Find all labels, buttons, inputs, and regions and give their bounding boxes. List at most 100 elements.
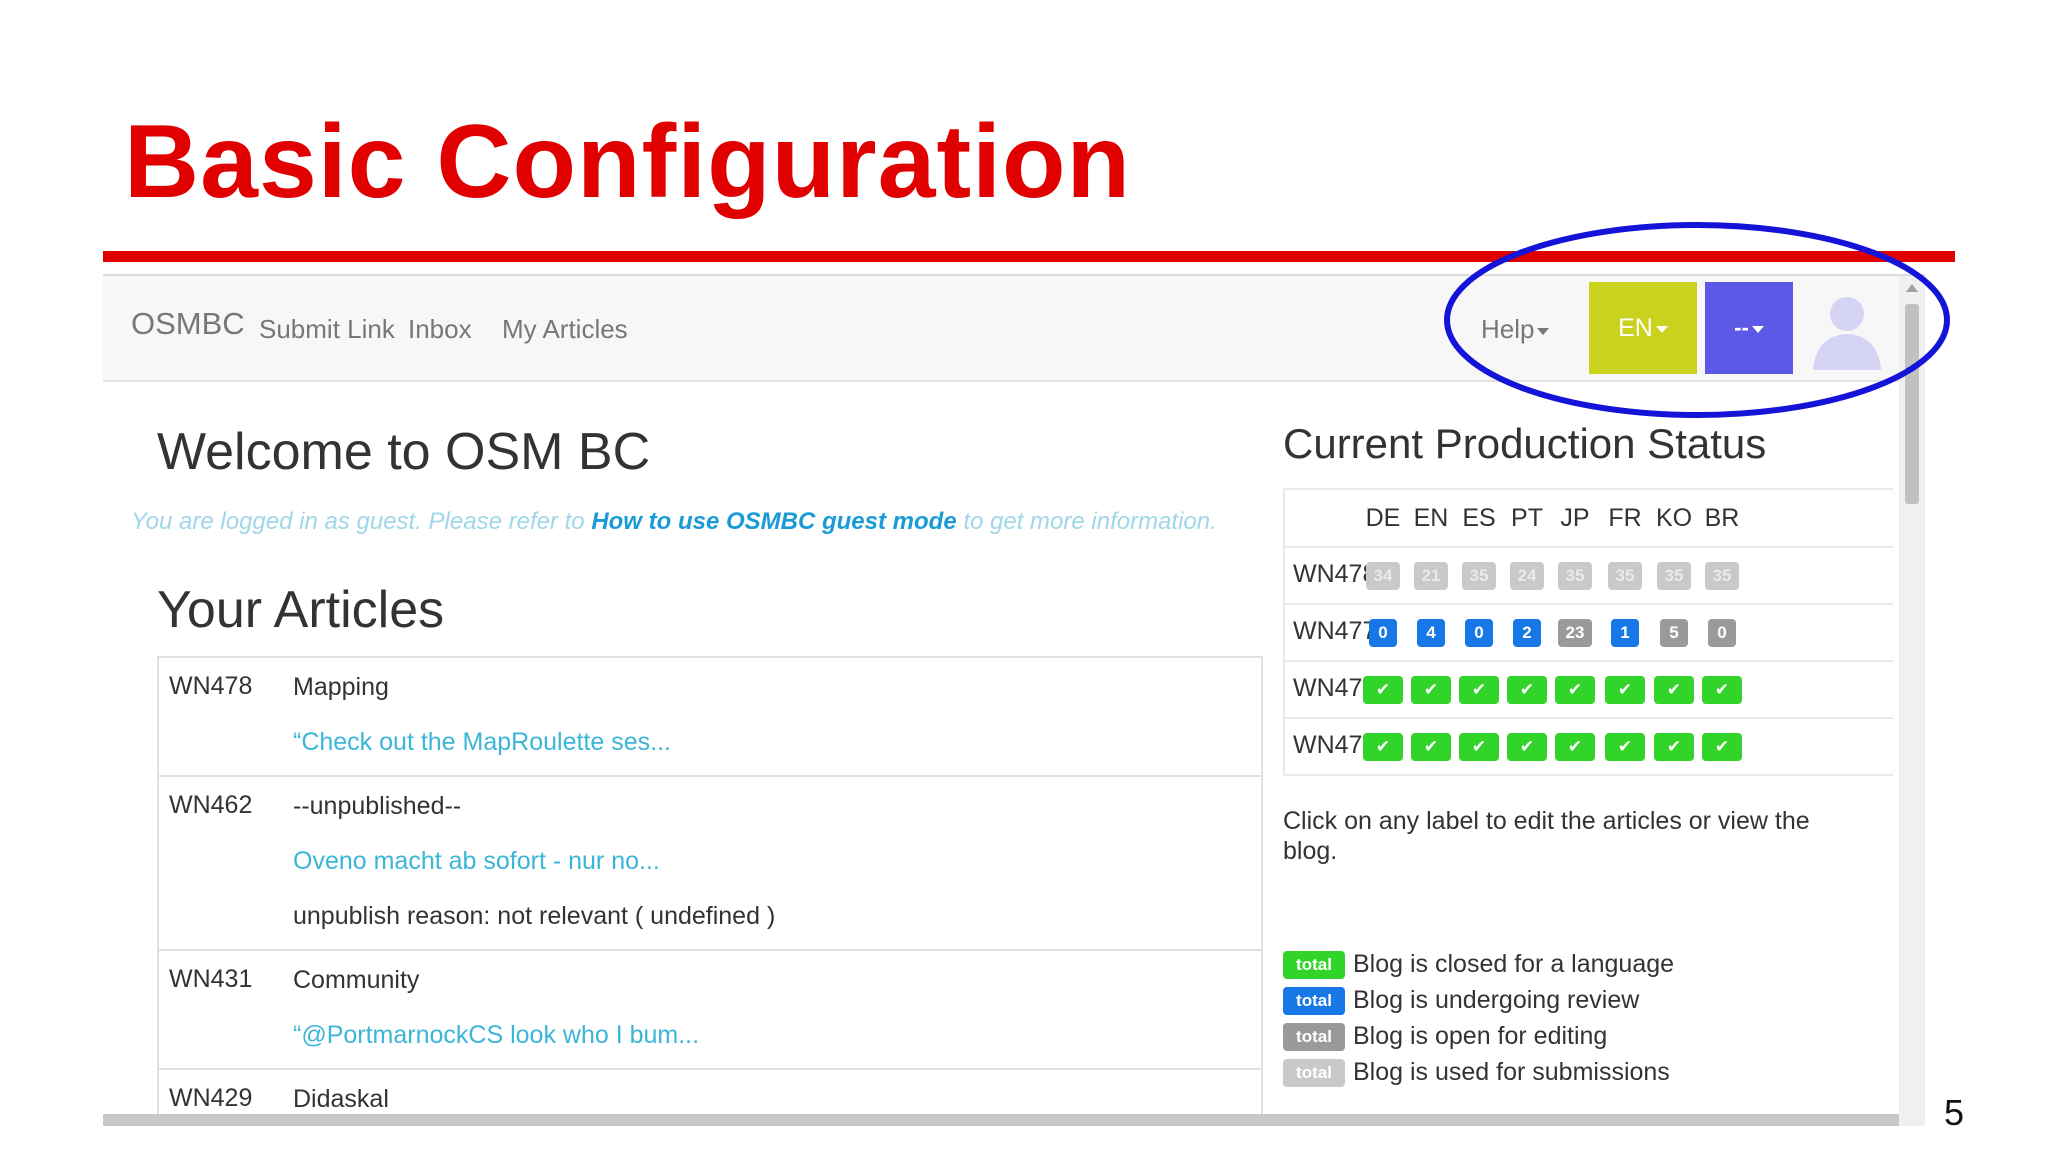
status-count-badge[interactable]: 0 bbox=[1708, 619, 1736, 647]
status-count-badge[interactable]: 35 bbox=[1608, 562, 1642, 590]
issue-label[interactable]: WN478 bbox=[1293, 560, 1376, 589]
article-title-link[interactable]: Oveno macht ab sofort - nur no... bbox=[293, 846, 1261, 876]
legend-item: total Blog is closed for a language bbox=[1283, 948, 1674, 980]
article-info-text: Mapping bbox=[293, 673, 389, 701]
navbar: OSMBC Submit Link Inbox My Articles Help… bbox=[103, 276, 1905, 382]
status-check-badge[interactable]: ✔ bbox=[1702, 676, 1742, 704]
article-details: Community “@PortmarnockCS look who I bum.… bbox=[293, 951, 1261, 1068]
status-check-badge[interactable]: ✔ bbox=[1459, 733, 1499, 761]
status-count-badge[interactable]: 35 bbox=[1462, 562, 1496, 590]
article-issue-id: WN462 bbox=[169, 791, 253, 819]
help-dropdown[interactable]: Help bbox=[1481, 314, 1550, 345]
article-row: WN478 Mapping “Check out the MapRoulette s… bbox=[159, 658, 1261, 777]
scroll-up-arrow-icon[interactable] bbox=[1906, 284, 1918, 292]
article-details: Mapping “Check out the MapRoulette ses... bbox=[293, 658, 1261, 775]
production-status-table: DE EN ES PT JP FR KO BR WN478 34 21 35 24 35 35 35 35 WN4… bbox=[1283, 488, 1893, 776]
status-row: WN477 0 4 0 2 23 1 5 0 bbox=[1285, 605, 1893, 662]
legend-text: Blog is closed for a language bbox=[1353, 950, 1675, 978]
page-number: 5 bbox=[1944, 1092, 1965, 1133]
status-check-badge[interactable]: ✔ bbox=[1363, 733, 1403, 761]
legend-item: total Blog is undergoing review bbox=[1283, 984, 1639, 1016]
status-check-badge[interactable]: ✔ bbox=[1411, 733, 1451, 761]
slide-title: Basic Configuration bbox=[124, 104, 1132, 220]
article-issue-id: WN478 bbox=[169, 672, 253, 700]
status-count-badge[interactable]: 34 bbox=[1366, 562, 1400, 590]
status-check-badge[interactable]: ✔ bbox=[1363, 676, 1403, 704]
legend-badge: total bbox=[1283, 1059, 1345, 1088]
caret-down-icon bbox=[1751, 325, 1764, 333]
status-count-badge[interactable]: 2 bbox=[1513, 619, 1541, 647]
brand-link[interactable]: OSMBC bbox=[131, 306, 245, 342]
status-check-badge[interactable]: ✔ bbox=[1555, 676, 1595, 704]
status-check-badge[interactable]: ✔ bbox=[1654, 676, 1694, 704]
your-articles-heading: Your Articles bbox=[157, 581, 445, 639]
user-dropdown-button[interactable]: -- bbox=[1705, 282, 1793, 374]
status-check-badge[interactable]: ✔ bbox=[1555, 733, 1595, 761]
status-row: WN478 34 21 35 24 35 35 35 35 bbox=[1285, 548, 1893, 605]
status-count-badge[interactable]: 23 bbox=[1558, 619, 1592, 647]
user-avatar-icon[interactable] bbox=[1809, 288, 1885, 370]
article-details: --unpublished-- Oveno macht ab sofort - n… bbox=[293, 777, 1261, 949]
article-info-text: --unpublished-- bbox=[293, 792, 462, 820]
vertical-scrollbar[interactable] bbox=[1899, 276, 1925, 1126]
status-row: WN476 ✔ ✔ ✔ ✔ ✔ ✔ ✔ ✔ bbox=[1285, 662, 1893, 719]
status-count-badge[interactable]: 4 bbox=[1417, 619, 1445, 647]
legend-text: Blog is used for submissions bbox=[1353, 1058, 1670, 1086]
status-check-badge[interactable]: ✔ bbox=[1507, 733, 1547, 761]
article-row: WN462 --unpublished-- Oveno macht ab sofor… bbox=[159, 777, 1261, 951]
article-info-text: unpublish reason: not relevant ( undefin… bbox=[293, 902, 776, 930]
guest-suffix: to get more information. bbox=[956, 508, 1217, 535]
status-count-badge[interactable]: 5 bbox=[1660, 619, 1688, 647]
status-count-badge[interactable]: 35 bbox=[1657, 562, 1691, 590]
status-header-row: DE EN ES PT JP FR KO BR bbox=[1285, 490, 1893, 548]
status-check-badge[interactable]: ✔ bbox=[1507, 676, 1547, 704]
guest-prefix: You are logged in as guest. Please refer… bbox=[131, 508, 592, 535]
horizontal-scrollbar[interactable] bbox=[103, 1114, 1899, 1126]
status-check-badge[interactable]: ✔ bbox=[1605, 733, 1645, 761]
status-check-badge[interactable]: ✔ bbox=[1654, 733, 1694, 761]
legend-badge: total bbox=[1283, 951, 1345, 980]
status-count-badge[interactable]: 24 bbox=[1510, 562, 1544, 590]
welcome-heading: Welcome to OSM BC bbox=[157, 423, 651, 481]
legend-badge: total bbox=[1283, 1023, 1345, 1052]
article-title-link[interactable]: “@PortmarnockCS look who I bum... bbox=[293, 1020, 1261, 1050]
app-screenshot: OSMBC Submit Link Inbox My Articles Help… bbox=[103, 274, 1925, 1126]
guest-mode-help-link[interactable]: How to use OSMBC guest mode bbox=[591, 508, 956, 535]
legend-text: Blog is undergoing review bbox=[1353, 986, 1640, 1014]
status-count-badge[interactable]: 0 bbox=[1465, 619, 1493, 647]
language-column-header: BR bbox=[1704, 504, 1740, 532]
legend-item: total Blog is used for submissions bbox=[1283, 1056, 1670, 1088]
guest-notice: You are logged in as guest. Please refer… bbox=[131, 508, 1217, 536]
status-count-badge[interactable]: 0 bbox=[1369, 619, 1397, 647]
article-title-link[interactable]: “Check out the MapRoulette ses... bbox=[293, 727, 1261, 757]
help-label: Help bbox=[1481, 314, 1535, 344]
status-count-badge[interactable]: 35 bbox=[1705, 562, 1739, 590]
language-dropdown-button[interactable]: EN bbox=[1589, 282, 1697, 374]
status-count-badge[interactable]: 35 bbox=[1558, 562, 1592, 590]
title-underline bbox=[103, 251, 1955, 262]
status-row: WN475 ✔ ✔ ✔ ✔ ✔ ✔ ✔ ✔ bbox=[1285, 719, 1893, 776]
legend-badge: total bbox=[1283, 987, 1345, 1016]
language-label: EN bbox=[1618, 314, 1653, 342]
status-check-badge[interactable]: ✔ bbox=[1702, 733, 1742, 761]
status-count-badge[interactable]: 1 bbox=[1611, 619, 1639, 647]
article-row: WN431 Community “@PortmarnockCS look who I… bbox=[159, 951, 1261, 1070]
nav-submit-link[interactable]: Submit Link bbox=[259, 314, 395, 345]
user-label: -- bbox=[1734, 315, 1749, 340]
nav-my-articles[interactable]: My Articles bbox=[502, 314, 628, 345]
caret-down-icon bbox=[1537, 327, 1550, 335]
status-check-badge[interactable]: ✔ bbox=[1605, 676, 1645, 704]
production-status-heading: Current Production Status bbox=[1283, 420, 1767, 467]
status-check-badge[interactable]: ✔ bbox=[1411, 676, 1451, 704]
status-count-badge[interactable]: 21 bbox=[1414, 562, 1448, 590]
article-info-text: Didaskal bbox=[293, 1085, 389, 1113]
issue-label[interactable]: WN477 bbox=[1293, 617, 1376, 646]
articles-table: WN478 Mapping “Check out the MapRoulette s… bbox=[157, 656, 1263, 1126]
legend-item: total Blog is open for editing bbox=[1283, 1020, 1607, 1052]
caret-down-icon bbox=[1655, 325, 1668, 333]
status-check-badge[interactable]: ✔ bbox=[1459, 676, 1499, 704]
nav-inbox[interactable]: Inbox bbox=[408, 314, 472, 345]
scrollbar-thumb[interactable] bbox=[1905, 304, 1919, 504]
legend-intro: Click on any label to edit the articles … bbox=[1283, 807, 1810, 865]
legend-text: Blog is open for editing bbox=[1353, 1022, 1608, 1050]
